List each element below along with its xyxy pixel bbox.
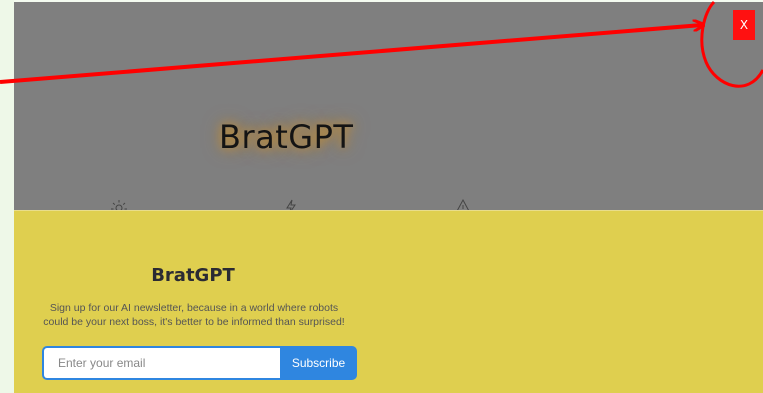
left-margin-strip <box>0 0 14 393</box>
close-modal-button[interactable]: X <box>733 10 755 40</box>
subscribe-button[interactable]: Subscribe <box>280 346 357 380</box>
website-page-dimmed: BratGPT X BratGPT Sign up for our AI new… <box>14 2 763 393</box>
email-input[interactable] <box>42 346 280 380</box>
newsletter-modal: BratGPT Sign up for our AI newsletter, b… <box>14 210 763 393</box>
modal-description: Sign up for our AI newsletter, because i… <box>43 302 345 328</box>
screenshot-frame: BratGPT X BratGPT Sign up for our AI new… <box>0 0 763 393</box>
hero-title: BratGPT <box>219 118 354 156</box>
modal-title: BratGPT <box>151 265 235 286</box>
